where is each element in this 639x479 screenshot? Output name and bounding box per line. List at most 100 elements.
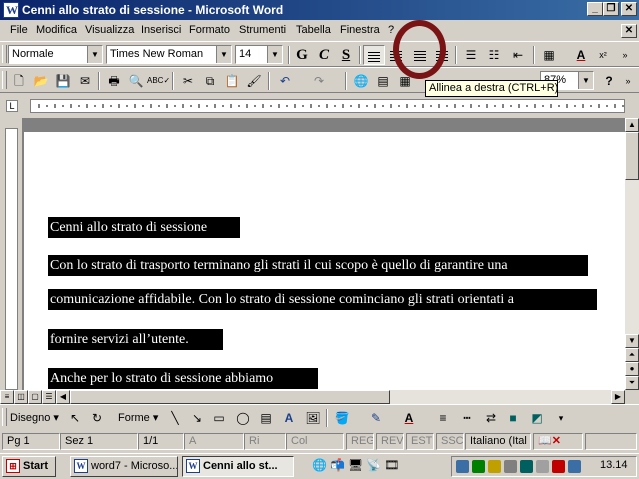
spelling-status-icon[interactable]: 📖✕ (533, 433, 583, 450)
undo-button[interactable]: ↶ (274, 71, 296, 91)
clock[interactable]: 13.14 (600, 459, 628, 471)
align-left-button[interactable] (363, 45, 385, 65)
arrow-style-button[interactable]: ⇄ (480, 408, 502, 428)
chevron-down-icon[interactable]: ▼ (578, 72, 593, 89)
more-buttons[interactable]: » (614, 45, 636, 65)
print-preview-button[interactable]: 🔍 (125, 71, 147, 91)
taskbar-item-cenni[interactable]: W Cenni allo st... (182, 456, 294, 477)
3d-button[interactable]: ◩ (526, 408, 548, 428)
select-objects-button[interactable]: ↖ (64, 408, 86, 428)
menu-inserisci[interactable]: Inserisci (141, 24, 181, 36)
menu-help[interactable]: ? (388, 24, 394, 36)
network-icon[interactable] (456, 460, 469, 473)
wordart-button[interactable]: A (278, 408, 300, 428)
copy-button[interactable]: ⧉ (199, 71, 221, 91)
italic-button[interactable]: C (313, 45, 335, 65)
bold-button[interactable]: G (291, 45, 313, 65)
tables-borders-button[interactable]: ▤ (372, 71, 394, 91)
quick-launch[interactable]: 🌐📬🖥📡🎞 (312, 458, 402, 472)
rectangle-button[interactable]: ▭ (208, 408, 230, 428)
doc-line[interactable]: fornire servizi all’utente. (48, 329, 223, 350)
free-rotate-button[interactable]: ↻ (86, 408, 108, 428)
antivirus-icon[interactable] (504, 460, 517, 473)
status-language[interactable]: Italiano (Ital (465, 433, 531, 450)
ruler-bar[interactable] (30, 99, 625, 113)
doc-line[interactable]: Con lo strato di trasporto terminano gli… (48, 255, 588, 276)
hscroll-thumb[interactable] (70, 390, 390, 404)
menu-formato[interactable]: Formato (189, 24, 230, 36)
shadow-button[interactable]: ■ (502, 408, 524, 428)
underline-button[interactable]: S (335, 45, 357, 65)
doc-line-heading[interactable]: Cenni allo strato di sessione (48, 217, 240, 238)
arrow-button[interactable]: ↘ (186, 408, 208, 428)
save-button[interactable]: 💾 (52, 71, 74, 91)
browse-object-button[interactable]: ● (625, 362, 639, 376)
taskbar-item-word7[interactable]: W word7 - Microso... (70, 456, 178, 477)
menu-strumenti[interactable]: Strumenti (239, 24, 286, 36)
scroll-up-button[interactable]: ▲ (625, 118, 639, 132)
print-button[interactable]: 🖶 (103, 71, 125, 91)
paste-button[interactable]: 📋 (221, 71, 243, 91)
menu-file[interactable]: File (10, 24, 28, 36)
start-button[interactable]: ⊞ Start (2, 456, 56, 477)
borders-button[interactable]: ▦ (538, 45, 560, 65)
draw-font-color-button[interactable]: A (398, 408, 420, 428)
more-buttons[interactable]: ▾ (550, 408, 572, 428)
printer-icon[interactable] (488, 460, 501, 473)
volume-icon[interactable] (520, 460, 533, 473)
previous-page-button[interactable]: ⏶ (625, 348, 639, 362)
draw-menu[interactable]: Disegno ▾ (10, 411, 59, 424)
menu-modifica[interactable]: Modifica (36, 24, 77, 36)
next-page-button[interactable]: ⏷ (625, 376, 639, 390)
font-combo[interactable]: Times New Roman ▼ (106, 45, 232, 64)
restore-button[interactable]: ❐ (603, 2, 619, 16)
status-rev[interactable]: REV (376, 433, 404, 450)
status-ovr[interactable]: SSC (436, 433, 464, 450)
doc-line[interactable]: comunicazione affidabile. Con lo strato … (48, 289, 597, 310)
new-button[interactable]: 🗋 (8, 71, 30, 91)
doc-close-button[interactable]: ✕ (621, 24, 637, 38)
vertical-ruler-bar[interactable] (5, 128, 18, 390)
print-view-button[interactable]: ▢ (28, 390, 42, 404)
numbering-button[interactable]: ☰ (460, 45, 482, 65)
tab-selector[interactable]: L (6, 100, 18, 112)
superscript-button[interactable]: x² (592, 45, 614, 65)
fill-color-button[interactable]: 🪣 (331, 408, 353, 428)
format-painter-button[interactable]: 🖌 (243, 71, 265, 91)
autoshapes-menu[interactable]: Forme ▾ (118, 411, 158, 424)
textbox-button[interactable]: ▤ (255, 408, 277, 428)
redo-button[interactable]: ↷ (308, 71, 330, 91)
normal-view-button[interactable]: ≡ (0, 390, 14, 404)
clipart-button[interactable]: 🖼 (302, 408, 324, 428)
web-view-button[interactable]: ◫ (14, 390, 28, 404)
chevron-down-icon[interactable]: ▼ (267, 46, 282, 63)
oval-button[interactable]: ◯ (232, 408, 254, 428)
scroll-right-button[interactable]: ▶ (611, 390, 625, 404)
hyperlink-button[interactable]: 🌐 (350, 71, 372, 91)
horizontal-scrollbar[interactable]: ≡ ◫ ▢ ☰ ◀ ▶ (0, 390, 625, 404)
doc-line[interactable]: Anche per lo strato di sessione abbiamo (48, 368, 318, 389)
style-combo[interactable]: Normale ▼ (8, 45, 103, 64)
modem-icon[interactable] (568, 460, 581, 473)
status-ext[interactable]: EST (406, 433, 434, 450)
spelling-button[interactable]: ABC✓ (147, 71, 170, 91)
status-rec[interactable]: REG (346, 433, 374, 450)
vertical-scrollbar[interactable]: ▲ ▼ ⏶ ● ⏷ (625, 118, 639, 390)
decrease-indent-button[interactable]: ⇤ (507, 45, 529, 65)
font-color-button[interactable]: A (570, 45, 592, 65)
minimize-button[interactable]: _ (587, 2, 603, 16)
scroll-down-button[interactable]: ▼ (625, 334, 639, 348)
line-button[interactable]: ╲ (164, 408, 186, 428)
scheduler-icon[interactable] (552, 460, 565, 473)
scroll-left-button[interactable]: ◀ (56, 390, 70, 404)
menu-visualizza[interactable]: Visualizza (85, 24, 134, 36)
menu-tabella[interactable]: Tabella (296, 24, 331, 36)
chevron-down-icon[interactable]: ▼ (216, 46, 231, 63)
more-buttons[interactable]: » (617, 71, 639, 91)
menu-finestra[interactable]: Finestra (340, 24, 380, 36)
line-color-button[interactable]: ✎ (365, 408, 387, 428)
scroll-thumb[interactable] (625, 132, 639, 180)
open-button[interactable]: 📂 (30, 71, 52, 91)
line-style-button[interactable]: ≡ (432, 408, 454, 428)
globe-icon[interactable] (472, 460, 485, 473)
